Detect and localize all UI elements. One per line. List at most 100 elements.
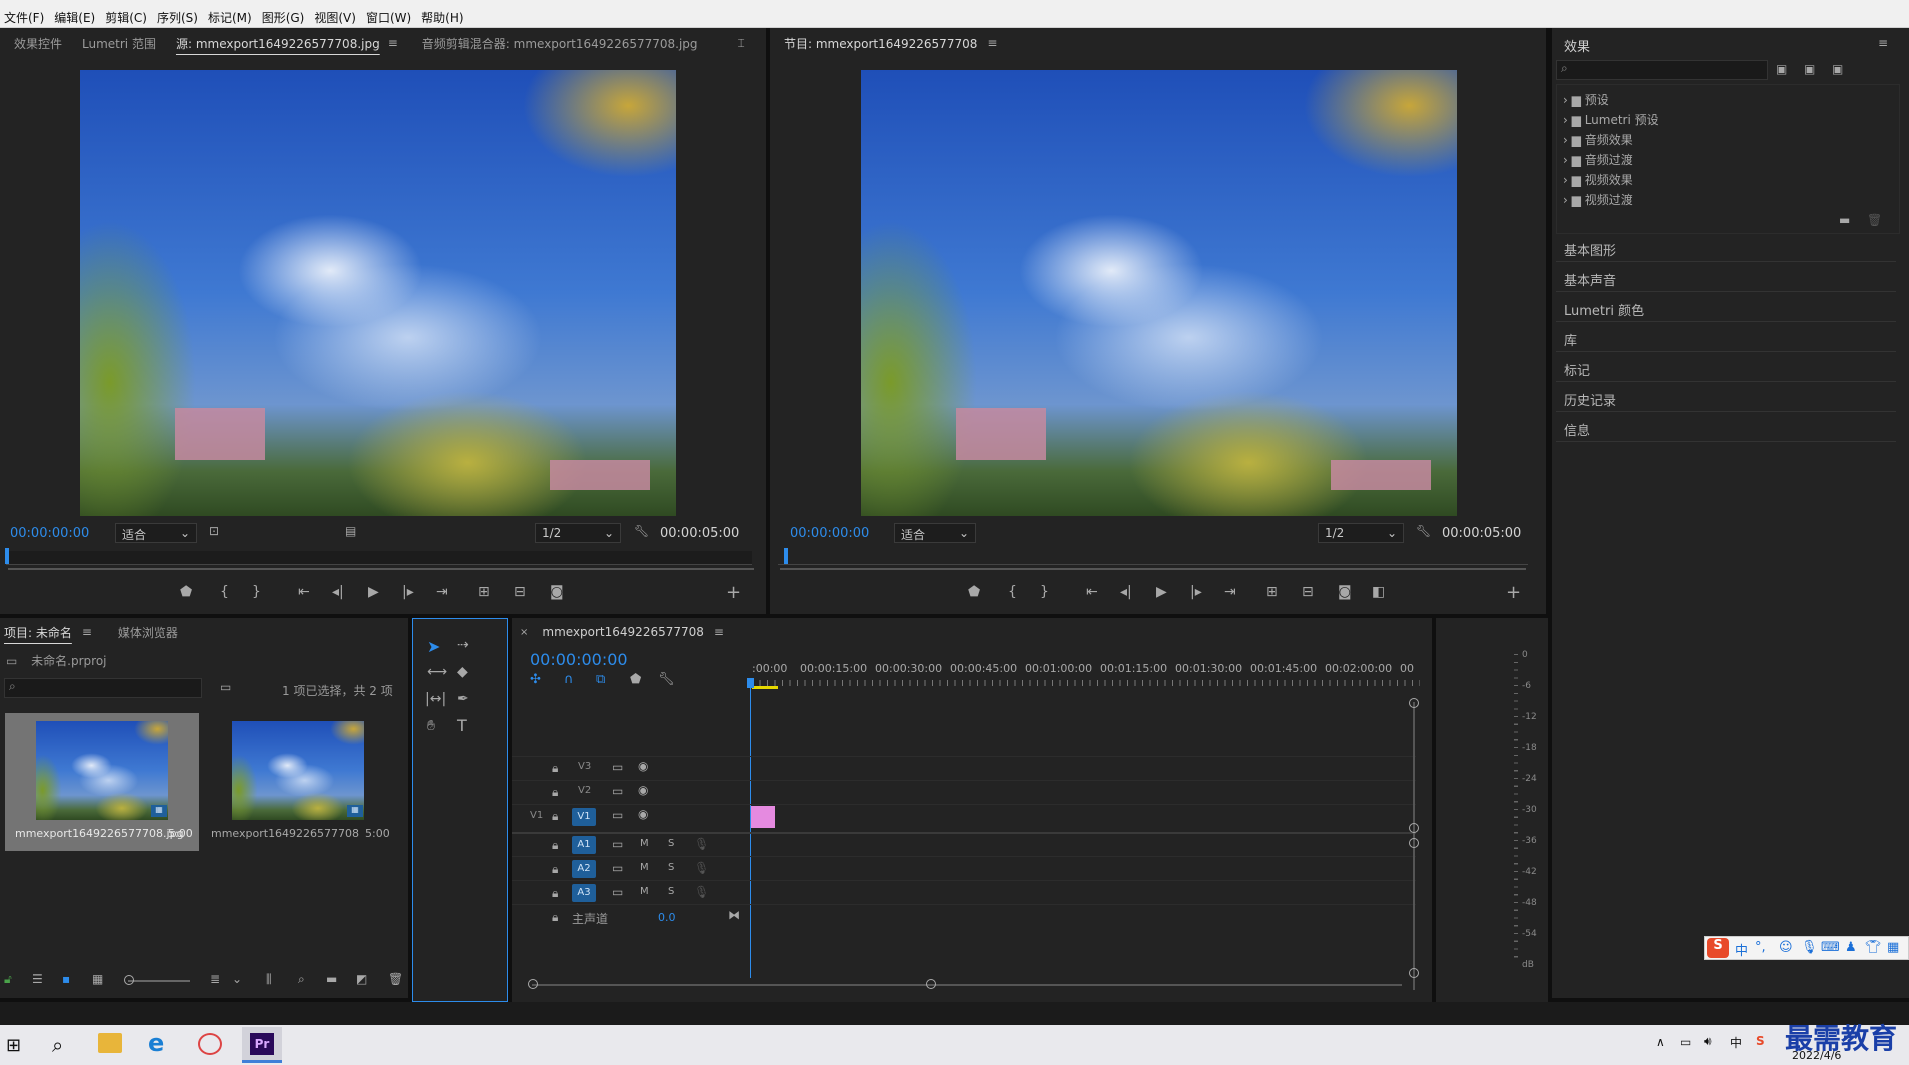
ime-chinese-mode[interactable]: 中	[1735, 940, 1748, 959]
insert-icon[interactable]: ▤	[345, 524, 356, 538]
mic-icon[interactable]: 🎙︎	[1801, 940, 1818, 955]
user-icon[interactable]: ♟	[1845, 940, 1857, 955]
menu-sequence[interactable]: 序列(S)	[153, 0, 204, 26]
premiere-pro-icon[interactable]: Pr	[242, 1027, 282, 1063]
search-icon[interactable]: ⌕	[52, 1033, 63, 1057]
sync-lock-icon[interactable]: ▭	[612, 808, 623, 822]
tree-item-audio-transitions[interactable]: › ▆ 音频过渡	[1557, 147, 1897, 167]
scroll-knob-top[interactable]	[1409, 698, 1419, 708]
program-zoom-bar[interactable]	[780, 568, 1526, 570]
pen-tool-icon[interactable]: ✒︎	[457, 691, 469, 707]
find-icon[interactable]: ⌕	[298, 972, 305, 987]
add-marker-icon[interactable]: ⬟	[180, 584, 192, 600]
program-scrubber[interactable]	[778, 551, 1528, 565]
panel-essential-sound[interactable]: 基本声音	[1556, 262, 1896, 292]
program-playhead[interactable]	[784, 548, 788, 564]
tray-arrow-icon[interactable]: ∧	[1656, 1035, 1665, 1049]
hscroll-knob-right[interactable]	[926, 979, 936, 989]
32bit-effects-icon[interactable]: ▣	[1804, 62, 1815, 76]
tree-item-video-effects[interactable]: › ▆ 视频效果	[1557, 167, 1897, 187]
tab-program[interactable]: 节目: mmexport1649226577708	[774, 35, 987, 52]
menu-edit[interactable]: 编辑(E)	[50, 0, 101, 26]
play-icon[interactable]: ▶	[1156, 584, 1167, 600]
grid-icon[interactable]: ▦	[1887, 940, 1899, 955]
menu-file[interactable]: 文件(F)	[0, 0, 50, 26]
mute-icon[interactable]: M	[640, 838, 649, 849]
skin-icon[interactable]: 👕︎	[1865, 940, 1882, 955]
linked-selection-icon[interactable]: ⧉	[596, 672, 605, 687]
yuv-effects-icon[interactable]: ▣	[1832, 62, 1843, 76]
file-explorer-icon[interactable]	[98, 1033, 122, 1053]
new-bin-icon[interactable]: ▬	[1839, 213, 1850, 227]
chevron-down-icon[interactable]: ⌄	[232, 972, 242, 986]
tree-item-presets[interactable]: › ▆ 预设	[1557, 87, 1897, 107]
tab-effect-controls[interactable]: 效果控件	[4, 35, 72, 52]
wrench-icon[interactable]: 🔧︎	[634, 524, 649, 538]
zoom-slider[interactable]	[128, 980, 190, 982]
mark-in-icon[interactable]: {	[1008, 584, 1017, 600]
track-label[interactable]: V2	[578, 785, 591, 796]
mic-icon[interactable]: 🎙︎	[694, 885, 709, 899]
lock-icon[interactable]: 🔒︎	[552, 910, 558, 925]
tree-item-audio-effects[interactable]: › ▆ 音频效果	[1557, 127, 1897, 147]
step-forward-icon[interactable]: |▸	[1190, 584, 1202, 600]
mute-icon[interactable]: M	[640, 886, 649, 897]
effects-search-input[interactable]: ⌕	[1556, 60, 1768, 80]
track-select-tool-icon[interactable]: ⇢	[457, 637, 469, 653]
close-icon[interactable]: ×	[516, 627, 532, 638]
scroll-knob-mid1[interactable]	[1409, 823, 1419, 833]
sogou-tray-icon[interactable]: S	[1756, 1034, 1765, 1048]
master-volume[interactable]: 0.0	[658, 911, 676, 924]
windows-start-icon[interactable]: ⊞	[6, 1035, 21, 1056]
go-to-in-icon[interactable]: ⇤	[1086, 584, 1098, 600]
work-area-bar[interactable]	[752, 686, 778, 689]
panel-menu-icon[interactable]: ≡	[82, 625, 92, 639]
eye-icon[interactable]: ◉	[638, 807, 648, 821]
mark-in-icon[interactable]: {	[220, 584, 229, 600]
project-search-input[interactable]: ⌕	[4, 678, 202, 698]
insert-clip-icon[interactable]: ⊞	[478, 584, 490, 600]
menu-graphics[interactable]: 图形(G)	[258, 0, 311, 26]
source-timecode[interactable]: 00:00:00:00	[10, 526, 89, 541]
keyboard-icon[interactable]: ⌨	[1821, 940, 1840, 955]
timeline-clip[interactable]	[751, 806, 775, 828]
track-target-a2[interactable]: A2	[572, 860, 596, 878]
source-fit-dropdown[interactable]: 适合 ⌄	[115, 523, 197, 543]
extract-icon[interactable]: ⊟	[1302, 584, 1314, 600]
freeform-view-icon[interactable]: ▦	[92, 972, 103, 986]
mute-icon[interactable]: M	[640, 862, 649, 873]
solo-icon[interactable]: S	[668, 886, 674, 897]
delete-icon[interactable]: 🗑︎	[1867, 213, 1882, 227]
program-timecode[interactable]: 00:00:00:00	[790, 526, 869, 541]
app-icon[interactable]	[198, 1033, 222, 1055]
lift-icon[interactable]: ⊞	[1266, 584, 1278, 600]
mic-icon[interactable]: 🎙︎	[694, 861, 709, 875]
playhead-line[interactable]	[750, 682, 751, 978]
add-button-icon[interactable]: +	[1506, 582, 1521, 603]
lock-icon[interactable]: 🔒︎	[552, 785, 558, 800]
icon-view-icon[interactable]: ▪	[62, 972, 70, 986]
panel-lumetri-color[interactable]: Lumetri 颜色	[1556, 292, 1896, 322]
menu-help[interactable]: 帮助(H)	[417, 0, 469, 26]
timeline-timecode[interactable]: 00:00:00:00	[530, 650, 628, 669]
volume-icon[interactable]: 🔊︎	[1704, 1034, 1712, 1049]
ime-punctuation[interactable]: °,	[1755, 940, 1766, 955]
lock-icon[interactable]: 🔒︎	[552, 809, 558, 824]
solo-icon[interactable]: S	[668, 862, 674, 873]
panel-libraries[interactable]: 库	[1556, 322, 1896, 352]
overwrite-clip-icon[interactable]: ⊟	[514, 584, 526, 600]
timeline-horizontal-scrollbar[interactable]	[532, 984, 1402, 986]
lock-icon[interactable]: 🔒︎	[552, 862, 558, 877]
accelerated-effects-icon[interactable]: ▣	[1776, 62, 1787, 76]
track-label[interactable]: V3	[578, 761, 591, 772]
clock-date[interactable]: 2022/4/6	[1792, 1049, 1841, 1062]
eye-icon[interactable]: ◉	[638, 759, 648, 773]
comparison-view-icon[interactable]: ◧	[1372, 584, 1385, 600]
lock-icon[interactable]: 🔒︎	[552, 838, 558, 853]
menu-view[interactable]: 视图(V)	[310, 0, 362, 26]
safe-margins-icon[interactable]: ⊡	[209, 524, 219, 538]
network-icon[interactable]: ▭	[1680, 1035, 1691, 1049]
razor-tool-icon[interactable]: ◆	[457, 664, 468, 680]
new-bin-from-search-icon[interactable]: ▭	[220, 680, 231, 694]
panel-menu-icon[interactable]: ≡	[714, 625, 724, 639]
